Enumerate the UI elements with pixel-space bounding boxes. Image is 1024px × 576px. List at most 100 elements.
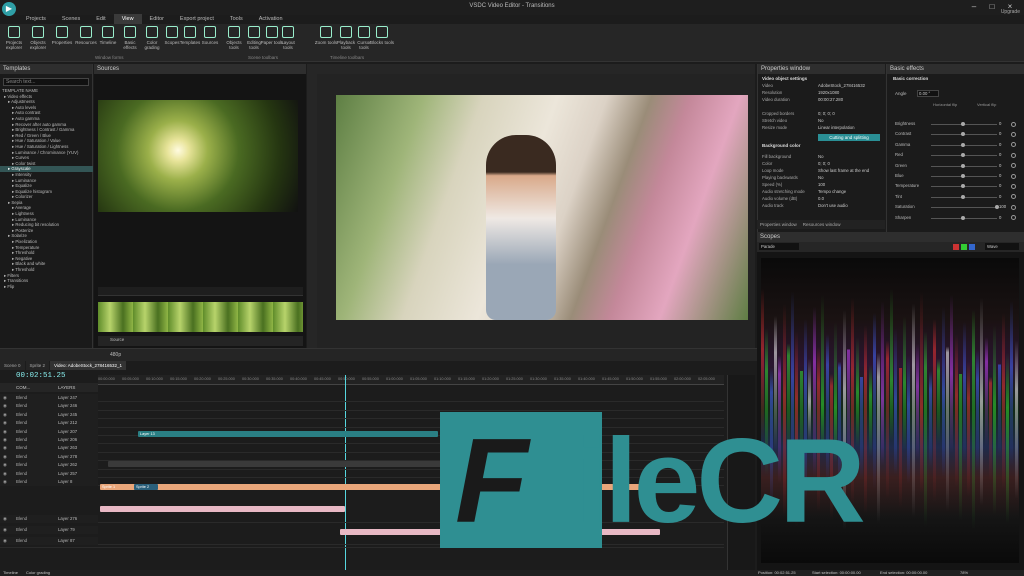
menu-activation[interactable]: Activation [251, 14, 291, 24]
timeline-tab-1[interactable]: Sprite 2 [25, 361, 50, 370]
eye-icon[interactable]: ◉ [3, 428, 7, 436]
track-blend[interactable]: Blend [16, 526, 27, 534]
timeline-track[interactable]: ◉ Blend Layer 246 [0, 402, 724, 411]
source-thumbnail[interactable] [98, 100, 298, 212]
menu-editor[interactable]: Editor [142, 14, 172, 24]
ribbon-button-projects-explorer[interactable]: Projects explorer [2, 26, 26, 54]
reset-icon[interactable] [1011, 183, 1016, 189]
timeline-tab-0[interactable]: Scene 0 [0, 361, 25, 370]
eye-icon[interactable]: ◉ [3, 515, 7, 523]
source-filmstrip[interactable] [98, 302, 303, 332]
ribbon-button-layout-tools[interactable]: Layout tools [276, 26, 300, 54]
effect-slider-thumb[interactable] [961, 184, 965, 189]
template-item[interactable]: ▸ Flip [0, 284, 93, 290]
eye-icon[interactable]: ◉ [3, 526, 7, 534]
effect-slider-thumb[interactable] [961, 132, 965, 137]
track-blend[interactable]: Blend [16, 444, 27, 452]
effect-row-temperature[interactable]: Temperature 0 [891, 182, 1021, 191]
source-ruler[interactable] [98, 287, 303, 296]
menu-view[interactable]: View [113, 14, 142, 24]
properties-tab-0[interactable]: Properties window [757, 220, 800, 229]
track-blend[interactable]: Blend [16, 453, 27, 461]
templates-search-input[interactable]: Search text... [3, 78, 89, 86]
menu-tools[interactable]: Tools [222, 14, 251, 24]
blue-channel-toggle[interactable] [969, 244, 975, 250]
cutting-splitting-button[interactable]: Cutting and splitting [818, 134, 880, 141]
reset-icon[interactable] [1011, 163, 1016, 169]
timeline-ruler[interactable]: 00:00.000 00:05.000 00:10.000 00:15.000 00:2… [98, 375, 724, 385]
timeline-track[interactable]: ◉ Blend Layer 247 [0, 394, 724, 403]
clip-audio-waveform[interactable] [100, 506, 345, 513]
scope-channel-select[interactable]: Wave [985, 243, 1019, 250]
ribbon-button-timeline[interactable]: Timeline [96, 26, 120, 54]
effect-row-gamma[interactable]: Gamma 0 [891, 141, 1021, 150]
clip-layer-13[interactable]: Layer 13 [138, 431, 438, 438]
menu-edit[interactable]: Edit [88, 14, 113, 24]
effect-slider-thumb[interactable] [961, 122, 965, 126]
status-tab-timeline[interactable]: Timeline [3, 570, 18, 576]
effect-slider-thumb[interactable] [961, 174, 965, 178]
upgrade-link[interactable]: Upgrade [1001, 9, 1020, 15]
effect-slider-thumb[interactable] [961, 194, 965, 199]
effect-row-saturation[interactable]: Saturation 100 [891, 203, 1021, 212]
property-row[interactable]: Video duration 00:00:27.280 [762, 96, 884, 103]
reset-icon[interactable] [1011, 131, 1016, 137]
ribbon-button-properties[interactable]: Properties [50, 26, 74, 54]
timeline-tab-2[interactable]: Video: AdobeStock_278416532_1 [50, 361, 127, 370]
effect-row-sharpen[interactable]: Sharpen 0 [891, 214, 1021, 223]
track-blend[interactable]: Blend [16, 419, 27, 427]
ribbon-button-resources[interactable]: Resources [74, 26, 98, 54]
effect-row-blue[interactable]: Blue 0 [891, 172, 1021, 181]
scope-mode-select[interactable]: Parade [759, 243, 799, 250]
track-blend[interactable]: Blend [16, 515, 27, 523]
reset-icon[interactable] [1011, 173, 1016, 179]
status-tab-color-grading[interactable]: Color grading [26, 570, 50, 576]
track-blend[interactable]: Blend [16, 537, 27, 545]
ribbon-button-objects-explorer[interactable]: Objects explorer [26, 26, 50, 54]
eye-icon[interactable]: ◉ [3, 402, 7, 410]
eye-icon[interactable]: ◉ [3, 453, 7, 461]
property-row[interactable]: Audio track Don't use audio [762, 202, 884, 209]
preview-frame[interactable] [336, 95, 748, 320]
menu-projects[interactable]: Projects [18, 14, 54, 24]
minimize-icon[interactable]: – [968, 2, 980, 11]
reset-icon[interactable] [1011, 215, 1016, 221]
effect-slider-track[interactable] [931, 207, 997, 209]
menu-export-project[interactable]: Export project [172, 14, 222, 24]
effect-row-brightness[interactable]: Brightness 0 [891, 120, 1021, 129]
source-dropdown[interactable]: Source [110, 337, 124, 342]
effect-slider-thumb[interactable] [961, 163, 965, 168]
ribbon-button-basic-effects[interactable]: Basic effects [118, 26, 142, 54]
track-blend[interactable]: Blend [16, 394, 27, 402]
eye-icon[interactable]: ◉ [3, 419, 7, 427]
eye-icon[interactable]: ◉ [3, 537, 7, 545]
track-blend[interactable]: Blend [16, 411, 27, 419]
clip-sprite-2[interactable]: Sprite 2 [134, 484, 158, 491]
maximize-icon[interactable]: □ [986, 2, 998, 11]
clip-video-strip[interactable] [108, 461, 448, 468]
eye-icon[interactable]: ◉ [3, 470, 7, 478]
effect-slider-thumb[interactable] [961, 215, 965, 220]
track-blend[interactable]: Blend [16, 402, 27, 410]
effect-row-contrast[interactable]: Contrast 0 [891, 130, 1021, 139]
effect-row-tint[interactable]: Tint 0 [891, 193, 1021, 202]
green-channel-toggle[interactable] [961, 244, 967, 250]
ribbon-button-blocks-tools[interactable]: Blocks tools [370, 26, 394, 54]
vertical-flip-checkbox[interactable]: Vertical flip [977, 102, 996, 107]
track-blend[interactable]: Blend [16, 461, 27, 469]
eye-icon[interactable]: ◉ [3, 411, 7, 419]
track-blend[interactable]: Blend [16, 478, 27, 486]
red-channel-toggle[interactable] [953, 244, 959, 250]
effect-slider-thumb[interactable] [961, 153, 965, 158]
track-blend[interactable]: Blend [16, 470, 27, 478]
property-row[interactable]: Resize mode Linear interpolation [762, 124, 884, 131]
track-blend[interactable]: Blend [16, 436, 27, 444]
menu-scenes[interactable]: Scenes [54, 14, 88, 24]
zoom-resolution[interactable]: 480p [110, 352, 121, 358]
reset-icon[interactable] [1011, 121, 1016, 127]
eye-icon[interactable]: ◉ [3, 444, 7, 452]
reset-icon[interactable] [1011, 204, 1016, 210]
eye-icon[interactable]: ◉ [3, 436, 7, 444]
eye-icon[interactable]: ◉ [3, 394, 7, 402]
properties-tab-1[interactable]: Resources window [800, 220, 844, 229]
